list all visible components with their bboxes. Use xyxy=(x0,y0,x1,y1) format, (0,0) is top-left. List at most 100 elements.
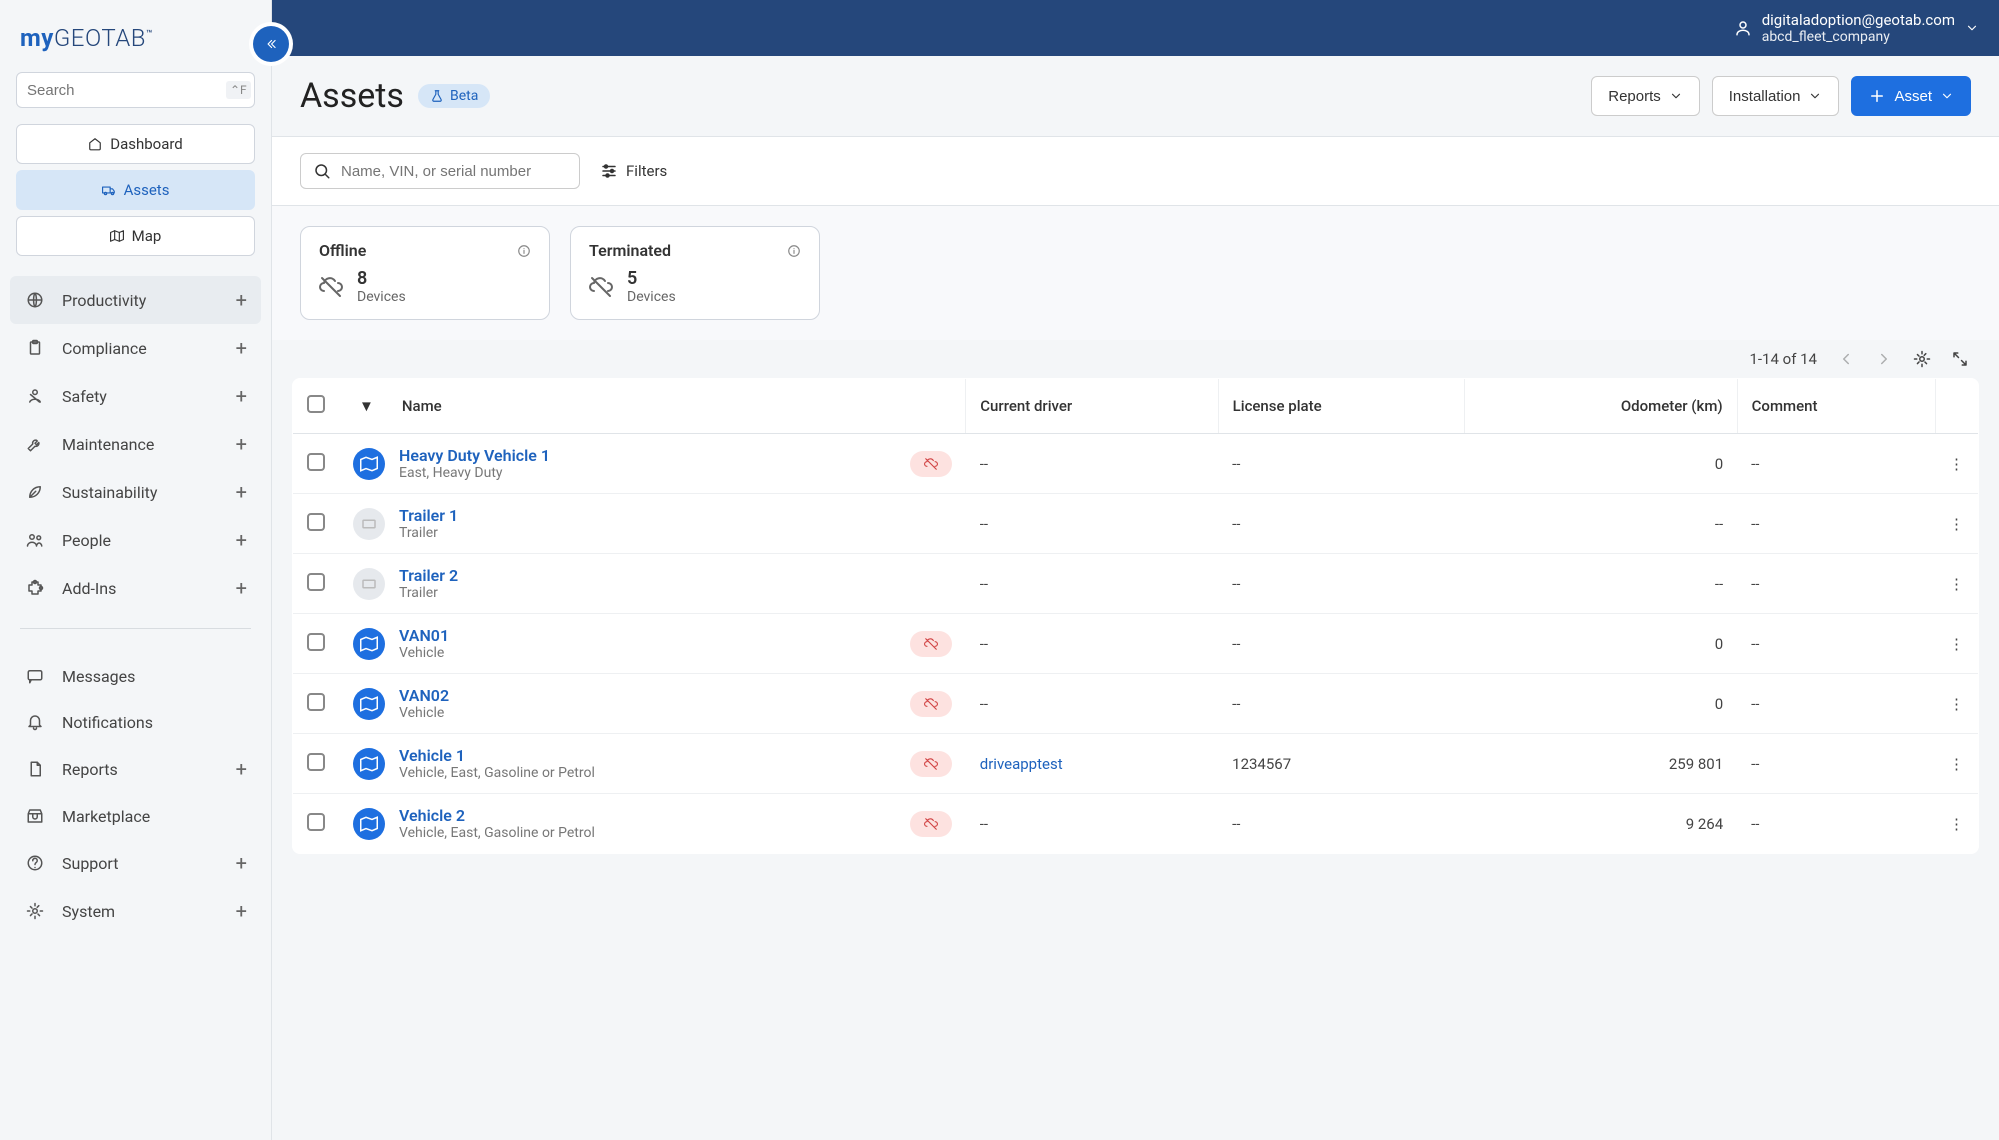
header-odometer[interactable]: Odometer (km) xyxy=(1464,379,1737,434)
header-plate[interactable]: License plate xyxy=(1218,379,1464,434)
cloud-off-icon xyxy=(319,275,343,299)
expand-icon[interactable]: + xyxy=(236,576,247,600)
add-asset-button[interactable]: Asset xyxy=(1851,76,1971,116)
asset-name[interactable]: Heavy Duty Vehicle 1 xyxy=(399,446,550,465)
nav-label: Safety xyxy=(62,387,107,406)
logo-tm: ™ xyxy=(146,29,153,40)
table-row[interactable]: VAN02Vehicle----0--⋮ xyxy=(293,674,1979,734)
expand-icon[interactable]: + xyxy=(236,899,247,923)
sidebar-item-support[interactable]: Support+ xyxy=(10,839,261,887)
asset-name[interactable]: Trailer 2 xyxy=(399,566,458,585)
sidebar-collapse-button[interactable] xyxy=(253,26,289,62)
tab-map[interactable]: Map xyxy=(16,216,255,256)
header-name[interactable]: Name xyxy=(388,379,966,434)
asset-name[interactable]: VAN01 xyxy=(399,626,449,645)
tab-dashboard[interactable]: Dashboard xyxy=(16,124,255,164)
cell-comment: -- xyxy=(1737,434,1935,494)
asset-subtitle: Trailer xyxy=(399,585,458,601)
table-row[interactable]: Vehicle 1Vehicle, East, Gasoline or Petr… xyxy=(293,734,1979,794)
row-menu-button[interactable]: ⋮ xyxy=(1935,794,1979,854)
next-page-button[interactable] xyxy=(1875,350,1893,368)
filter-search-input[interactable] xyxy=(341,163,567,180)
reports-button[interactable]: Reports xyxy=(1591,76,1700,116)
sidebar-item-compliance[interactable]: Compliance+ xyxy=(10,324,261,372)
row-checkbox[interactable] xyxy=(293,434,340,494)
prev-page-button[interactable] xyxy=(1837,350,1855,368)
sidebar-item-notifications[interactable]: Notifications xyxy=(10,699,261,745)
table-row[interactable]: VAN01Vehicle----0--⋮ xyxy=(293,614,1979,674)
row-menu-button[interactable]: ⋮ xyxy=(1935,494,1979,554)
row-checkbox[interactable] xyxy=(293,794,340,854)
sidebar-item-marketplace[interactable]: Marketplace xyxy=(10,793,261,839)
page-title: Assets xyxy=(300,76,404,116)
table-row[interactable]: Heavy Duty Vehicle 1East, Heavy Duty----… xyxy=(293,434,1979,494)
row-checkbox[interactable] xyxy=(293,674,340,734)
cell-odometer: 0 xyxy=(1464,614,1737,674)
expand-icon[interactable] xyxy=(1951,350,1969,368)
row-menu-button[interactable]: ⋮ xyxy=(1935,434,1979,494)
expand-icon[interactable]: + xyxy=(236,288,247,312)
asset-type-icon xyxy=(353,748,385,780)
puzzle-icon xyxy=(24,577,46,599)
asset-name[interactable]: Trailer 1 xyxy=(399,506,458,525)
asset-name[interactable]: Vehicle 1 xyxy=(399,746,595,765)
expand-icon[interactable]: + xyxy=(236,336,247,360)
asset-type-icon xyxy=(353,808,385,840)
sidebar-item-maintenance[interactable]: Maintenance + xyxy=(10,420,261,468)
filter-search[interactable] xyxy=(300,153,580,189)
nav-label: Reports xyxy=(62,760,118,779)
row-checkbox[interactable] xyxy=(293,554,340,614)
installation-button[interactable]: Installation xyxy=(1712,76,1840,116)
cell-odometer: 0 xyxy=(1464,434,1737,494)
row-menu-button[interactable]: ⋮ xyxy=(1935,734,1979,794)
header-checkbox[interactable] xyxy=(293,379,340,434)
row-menu-button[interactable]: ⋮ xyxy=(1935,674,1979,734)
expand-icon[interactable]: + xyxy=(236,480,247,504)
sidebar-item-people[interactable]: People+ xyxy=(10,516,261,564)
expand-icon[interactable]: + xyxy=(236,851,247,875)
asset-subtitle: Vehicle, East, Gasoline or Petrol xyxy=(399,825,595,841)
nav-label: Maintenance xyxy=(62,435,154,454)
expand-icon[interactable]: + xyxy=(236,432,247,456)
expand-icon[interactable]: + xyxy=(236,384,247,408)
nav-label: System xyxy=(62,902,115,921)
filters-button[interactable]: Filters xyxy=(600,162,667,180)
settings-icon[interactable] xyxy=(1913,350,1931,368)
info-icon[interactable] xyxy=(517,244,531,258)
sidebar-search-input[interactable] xyxy=(27,82,226,99)
cell-comment: -- xyxy=(1737,494,1935,554)
table-controls: 1-14 of 14 xyxy=(272,340,1999,378)
row-menu-button[interactable]: ⋮ xyxy=(1935,554,1979,614)
expand-icon[interactable]: + xyxy=(236,757,247,781)
nav-label: Sustainability xyxy=(62,483,157,502)
sidebar-item-system[interactable]: System + xyxy=(10,887,261,935)
row-menu-button[interactable]: ⋮ xyxy=(1935,614,1979,674)
stat-card-offline[interactable]: Offline8Devices xyxy=(300,226,550,320)
header-sort[interactable]: ▼ xyxy=(339,379,388,434)
sidebar-item-messages[interactable]: Messages xyxy=(10,653,261,699)
table-row[interactable]: Trailer 2Trailer--------⋮ xyxy=(293,554,1979,614)
sidebar-item-sustainability[interactable]: Sustainability + xyxy=(10,468,261,516)
row-checkbox[interactable] xyxy=(293,614,340,674)
table-row[interactable]: Vehicle 2Vehicle, East, Gasoline or Petr… xyxy=(293,794,1979,854)
header-driver[interactable]: Current driver xyxy=(966,379,1218,434)
header-comment[interactable]: Comment xyxy=(1737,379,1935,434)
driver-link[interactable]: driveapptest xyxy=(980,755,1063,773)
table-row[interactable]: Trailer 1Trailer--------⋮ xyxy=(293,494,1979,554)
topbar: digitaladoption@geotab.com abcd_fleet_co… xyxy=(272,0,1999,56)
asset-name[interactable]: VAN02 xyxy=(399,686,449,705)
chevron-down-icon xyxy=(1965,21,1979,35)
row-checkbox[interactable] xyxy=(293,734,340,794)
tab-assets[interactable]: Assets xyxy=(16,170,255,210)
sidebar-item-safety[interactable]: Safety + xyxy=(10,372,261,420)
info-icon[interactable] xyxy=(787,244,801,258)
sidebar-item-reports[interactable]: Reports + xyxy=(10,745,261,793)
sidebar-search[interactable]: ⌃F xyxy=(16,72,255,108)
row-checkbox[interactable] xyxy=(293,494,340,554)
expand-icon[interactable]: + xyxy=(236,528,247,552)
user-menu[interactable]: digitaladoption@geotab.com abcd_fleet_co… xyxy=(1734,11,1979,46)
asset-name[interactable]: Vehicle 2 xyxy=(399,806,595,825)
sidebar-item-add-ins[interactable]: Add-Ins+ xyxy=(10,564,261,612)
stat-card-terminated[interactable]: Terminated5Devices xyxy=(570,226,820,320)
sidebar-item-productivity[interactable]: Productivity+ xyxy=(10,276,261,324)
